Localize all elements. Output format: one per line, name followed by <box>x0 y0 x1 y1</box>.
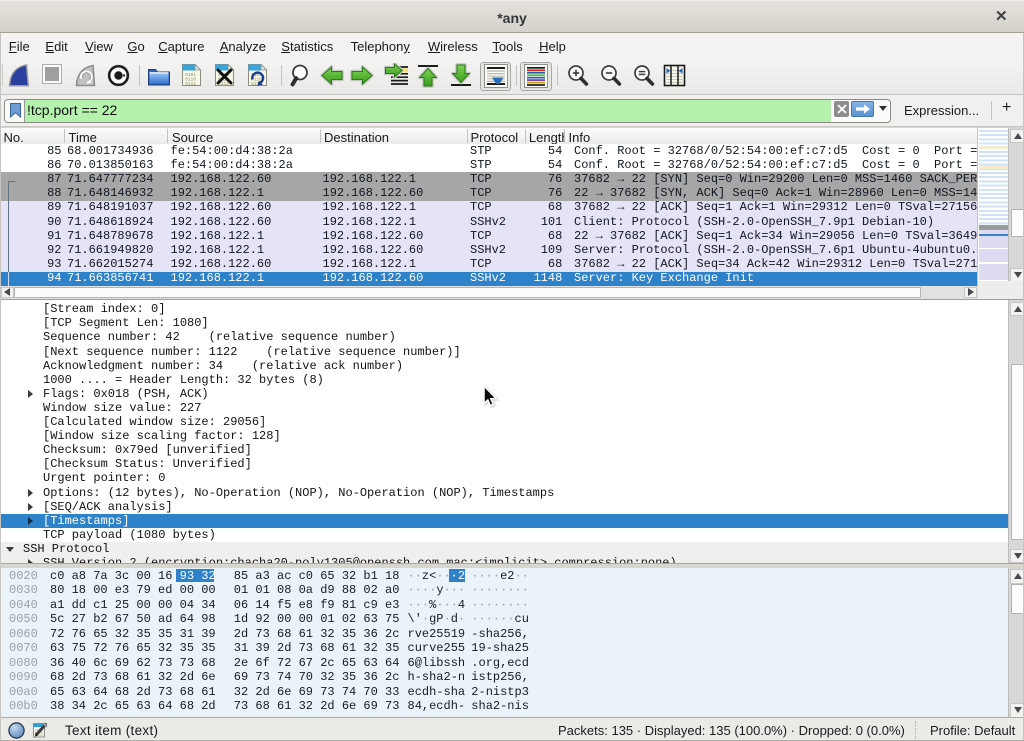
svg-text:0111: 0111 <box>185 81 196 87</box>
